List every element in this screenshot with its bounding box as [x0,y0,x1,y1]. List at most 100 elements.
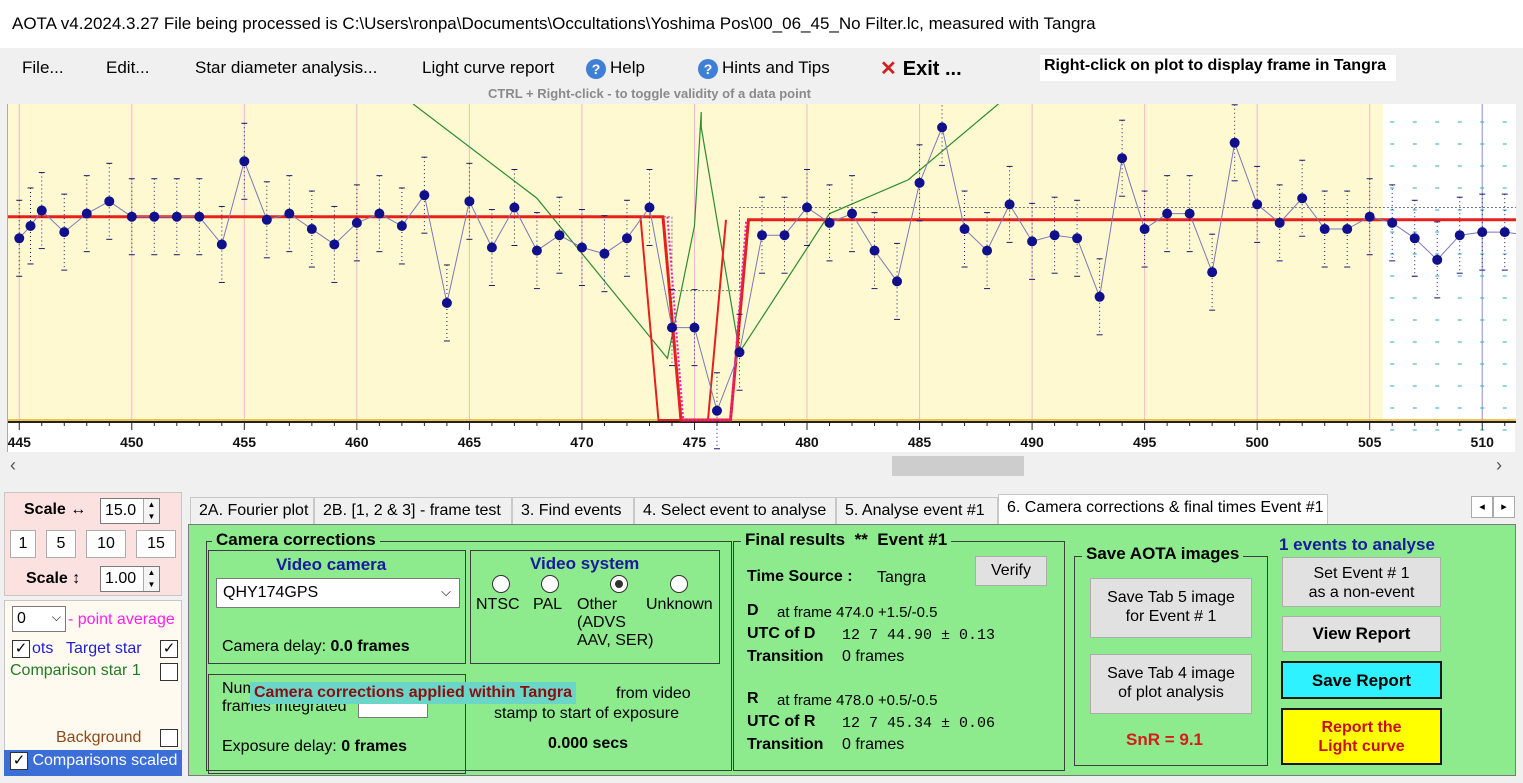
scale-10-button[interactable]: 10 [86,530,126,558]
target-star-checkbox[interactable]: ✓ [160,640,178,659]
tab-find-events[interactable]: 3. Find events [512,497,634,524]
stamp-label: stamp to start of exposure [494,705,679,722]
video-camera-select[interactable]: QHY174GPS ⌵ [216,578,460,608]
data-point [464,196,475,207]
tab-right-icon[interactable]: ▸ [1493,496,1515,518]
vspin-arrows-icon[interactable]: ▲ ▼ [143,567,159,591]
verify-button[interactable]: Verify [975,556,1047,586]
data-point [1499,227,1510,238]
menu-hints-tips[interactable]: ? Hints and Tips [698,58,830,79]
tab-scroll-arrows[interactable]: ◂ ▸ [1471,496,1517,518]
radio-ntsc[interactable] [492,575,510,593]
point-average-select[interactable]: 0 ⌵ [12,606,66,632]
data-point [1027,236,1038,247]
comparisons-scaled-option[interactable]: ✓ Comparisons scaled [4,750,182,776]
data-point [779,230,790,241]
tab-select-event[interactable]: 4. Select event to analyse [634,497,836,524]
radio-pal[interactable] [541,575,559,593]
menu-star-diameter[interactable]: Star diameter analysis... [195,58,377,78]
menu-edit[interactable]: Edit... [106,58,149,78]
data-point [1162,208,1173,219]
video-camera-value: QHY174GPS [223,584,319,601]
check-icon: ✓ [12,640,30,659]
scale-1-button[interactable]: 1 [10,530,36,558]
menu-exit[interactable]: ✕ Exit ... [880,56,962,81]
dots-checkbox[interactable]: ✓ [12,640,30,659]
data-point [486,242,497,253]
spin-arrows-icon[interactable]: ▲ ▼ [143,499,159,523]
plot-scrollbar[interactable]: ‹ › [0,453,1523,479]
scale-5-button[interactable]: 5 [46,530,76,558]
data-point [171,211,182,222]
tab-analyse-event[interactable]: 5. Analyse event #1 [836,497,998,524]
hints-help-icon: ? [698,58,718,79]
from-video-label: from video [616,685,691,702]
save-report-button[interactable]: Save Report [1281,661,1442,699]
background-checkbox[interactable] [160,729,178,748]
vertical-scale-input[interactable]: 1.00 ▲ ▼ [100,566,160,592]
set-non-event-button[interactable]: Set Event # 1 as a non-event [1282,557,1441,607]
report-light-curve-button[interactable]: Report the Light curve [1281,708,1442,765]
radio-ntsc-label: NTSC [476,596,520,613]
data-point [757,230,767,241]
video-system-label: Video system [530,554,640,573]
r-frame: at frame 478.0 +0.5/-0.5 [777,692,938,709]
save-images-title: Save AOTA images [1082,544,1244,564]
menu-help[interactable]: ? Help [586,58,645,79]
video-camera-label: Video camera [276,555,387,574]
save-tab4-image-button[interactable]: Save Tab 4 image of plot analysis [1090,654,1252,714]
horizontal-scale-value: 15.0 [105,502,137,519]
radio-unknown[interactable] [670,575,688,593]
scale-15-button[interactable]: 15 [136,530,176,558]
camera-delay-label: Camera delay: [222,638,327,655]
camera-delay: Camera delay: 0.0 frames [222,638,410,656]
events-count: 1 events to analyse [1279,535,1435,554]
data-point [284,208,295,219]
menu-file[interactable]: File... [22,58,64,78]
scroll-left-icon[interactable]: ‹ [10,455,16,476]
menu-exit-label: Exit ... [902,58,962,80]
data-point [666,322,677,333]
final-results-title: Final results ** Event #1 [741,530,952,550]
empty-checkbox-icon [160,729,178,748]
light-curve-plot[interactable]: 445 450 455 460 465 470 475 480 485 490 495 500 505 5… [7,88,1523,452]
point-average-label: - point average [68,611,175,628]
scroll-right-icon[interactable]: › [1496,455,1502,476]
view-report-button[interactable]: View Report [1282,616,1441,652]
menu-help-label: Help [610,58,645,77]
x-tick-label: 475 [683,434,707,450]
comparison-star-checkbox[interactable] [160,663,178,682]
data-point [1049,230,1060,241]
vertical-scale-label: Scale ↕ [26,570,81,587]
save-tab5-image-button[interactable]: Save Tab 5 image for Event # 1 [1090,578,1252,638]
data-point [1229,137,1240,148]
x-tick-label: 450 [120,434,144,450]
exposure-delay: Exposure delay: 0 frames [222,738,407,756]
empty-checkbox-icon [160,663,178,682]
tab-fourier-plot[interactable]: 2A. Fourier plot [190,497,314,524]
menu-light-curve-report[interactable]: Light curve report [422,58,554,78]
window-title: AOTA v4.2024.3.27 File being processed i… [0,0,1523,48]
set-non-event-line2: as a non-event [1308,584,1415,601]
tab-frame-test[interactable]: 2B. [1, 2 & 3] - frame test [314,497,512,524]
data-point [1004,199,1015,210]
tab-left-icon[interactable]: ◂ [1471,496,1493,518]
data-point [802,202,813,213]
radio-other-sub2: AAV, SER) [577,632,654,649]
data-point [892,276,903,287]
save-tab5-line1: Save Tab 5 image [1107,589,1235,606]
data-point [194,211,205,222]
save-tab5-line2: for Event # 1 [1125,608,1217,625]
tab-camera-corrections[interactable]: 6. Camera corrections & final times Even… [998,494,1328,524]
light-curve-svg[interactable]: 445 450 455 460 465 470 475 480 485 490 495 500 505 5… [8,88,1523,452]
close-icon: ✕ [880,58,897,80]
ctrl-click-hint: CTRL + Right-click - to toggle validity … [488,86,811,101]
radio-other[interactable] [610,575,628,593]
data-point [81,208,92,219]
horizontal-scale-input[interactable]: 15.0 ▲ ▼ [100,498,160,524]
report-line2: Light curve [1318,738,1405,755]
scroll-thumb[interactable] [892,456,1024,476]
x-tick-label: 465 [458,434,482,450]
x-tick-label: 480 [795,434,819,450]
data-point [531,245,542,256]
